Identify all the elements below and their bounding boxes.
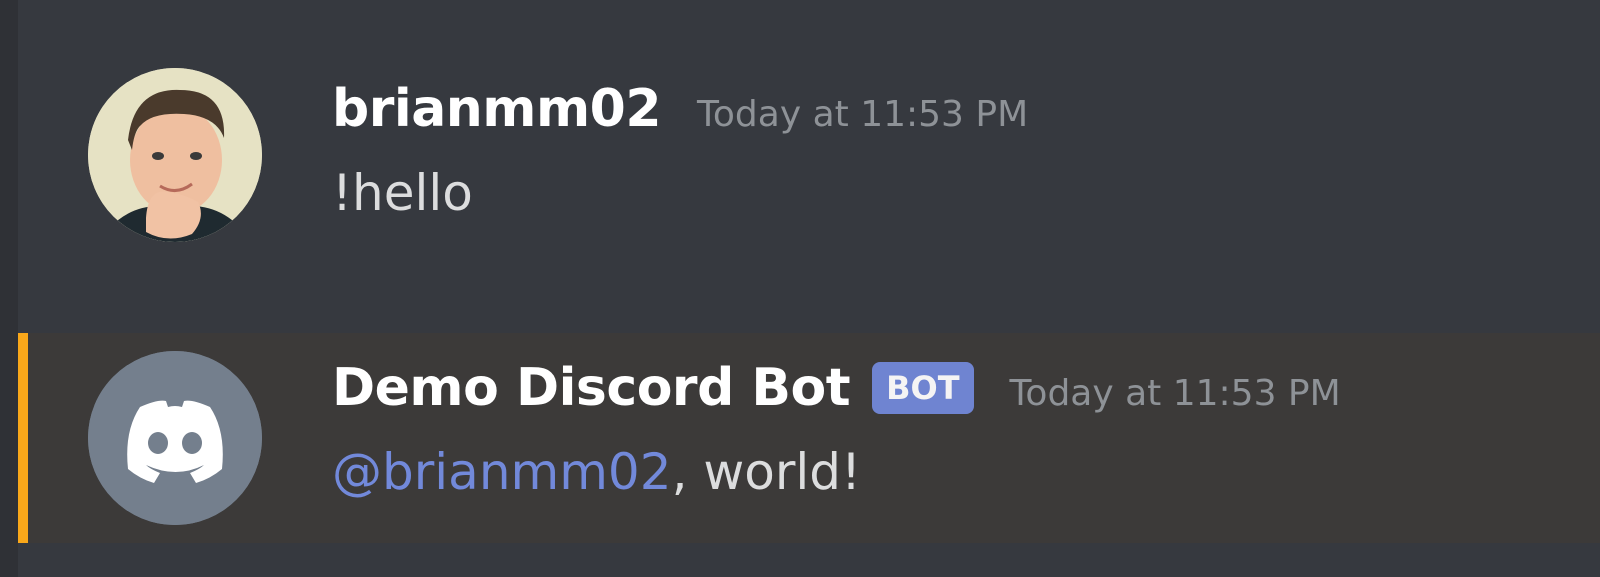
message-item[interactable]: brianmm02 Today at 11:53 PM !hello [18,0,1600,333]
message-content: @brianmm02, world! [332,443,1341,501]
message-header: brianmm02 Today at 11:53 PM [332,76,1028,142]
user-avatar[interactable] [88,68,262,242]
timestamp[interactable]: Today at 11:53 PM [1010,373,1341,414]
username[interactable]: brianmm02 [332,79,662,139]
message-text: , world! [671,443,862,501]
message-item-mentioned[interactable]: Demo Discord Bot BOT Today at 11:53 PM @… [18,333,1600,543]
message-header: Demo Discord Bot BOT Today at 11:53 PM [332,355,1341,421]
message-list-spacer [18,543,1600,577]
timestamp[interactable]: Today at 11:53 PM [697,94,1028,135]
user-mention[interactable]: @brianmm02 [332,443,672,501]
bot-badge: BOT [872,362,974,414]
mention-highlight-bar [18,333,28,543]
left-sidebar-edge [0,0,18,577]
bot-avatar[interactable] [88,351,262,525]
discord-logo-icon [88,351,262,525]
message-content: !hello [332,164,473,222]
username[interactable]: Demo Discord Bot [332,358,851,418]
message-body: Demo Discord Bot BOT Today at 11:53 PM @… [332,355,1341,501]
message-body: brianmm02 Today at 11:53 PM !hello [332,76,1028,222]
user-photo-avatar-icon [88,68,262,242]
